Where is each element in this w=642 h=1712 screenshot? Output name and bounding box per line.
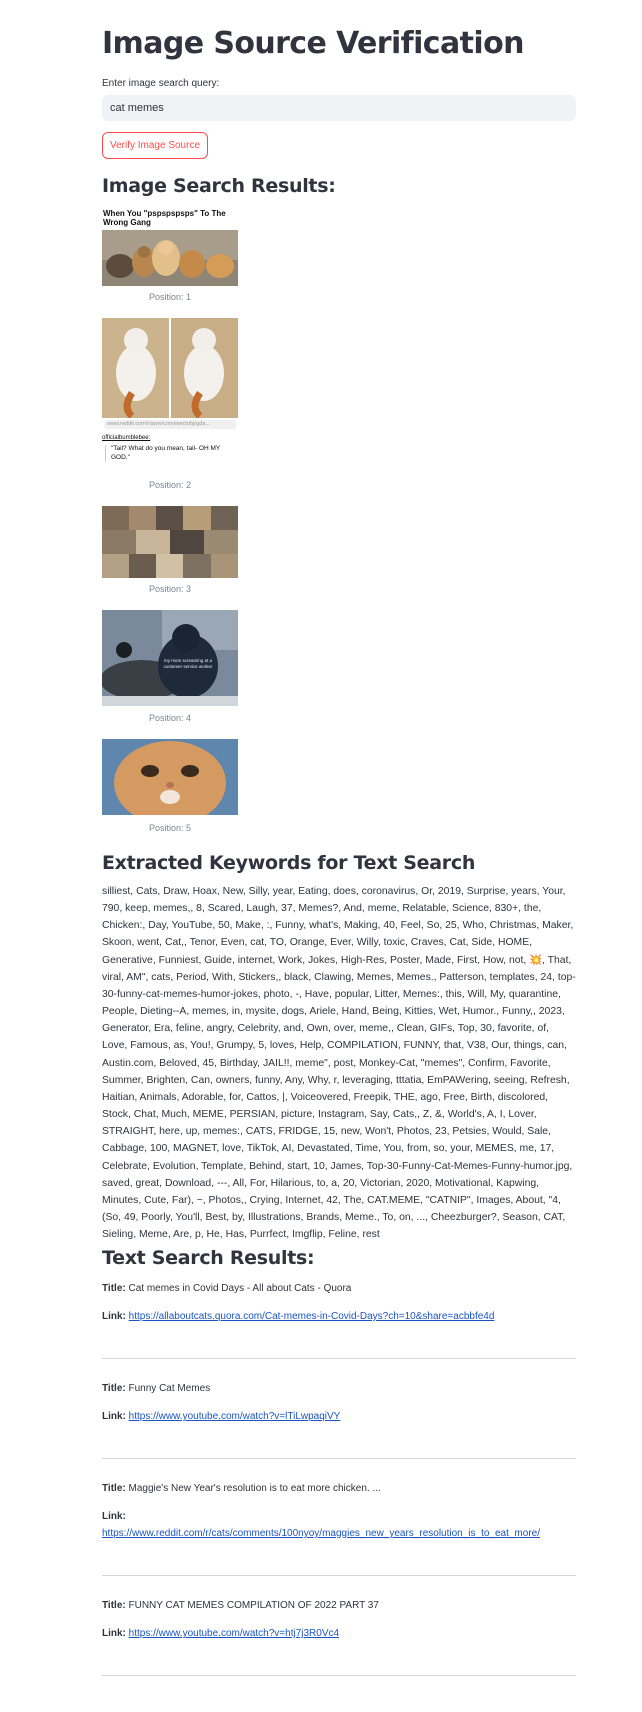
result-image-4: my mom screaming at a customer service w… xyxy=(102,610,238,706)
app-page: Image Source Verification Enter image se… xyxy=(0,0,642,1712)
result-title: FUNNY CAT MEMES COMPILATION OF 2022 PART… xyxy=(128,1600,379,1611)
result-title: Cat memes in Covid Days - All about Cats… xyxy=(128,1283,352,1294)
position-label-4: Position: 4 xyxy=(148,713,192,723)
result-link[interactable]: https://allaboutcats.quora.com/Cat-memes… xyxy=(129,1311,495,1322)
link-label: Link: xyxy=(102,1628,126,1639)
text-result-3-link-label: Link: xyxy=(102,1511,576,1522)
keywords-text: silliest, Cats, Draw, Hoax, New, Silly, … xyxy=(102,886,576,1241)
image-results-heading: Image Search Results: xyxy=(102,175,336,197)
kitten-closeup-photo xyxy=(102,739,238,815)
result-title: Maggie's New Year's resolution is to eat… xyxy=(128,1483,381,1494)
image-url-bar: www.reddit.com/r/aww/comments/bjrgda... xyxy=(104,420,236,429)
divider xyxy=(102,1458,576,1459)
meme-caption: When You "pspspspsps" To The Wrong Gang xyxy=(103,209,226,227)
query-label: Enter image search query: xyxy=(102,78,220,89)
result-link[interactable]: https://www.youtube.com/watch?v=lTiLwpaq… xyxy=(129,1411,341,1422)
text-result-2-title: Title: Funny Cat Memes xyxy=(102,1383,576,1394)
result-image-5 xyxy=(102,739,238,815)
result-link[interactable]: https://www.reddit.com/r/cats/comments/1… xyxy=(102,1528,540,1539)
position-label-3: Position: 3 xyxy=(148,584,192,594)
link-label: Link: xyxy=(102,1511,126,1522)
page-title: Image Source Verification xyxy=(102,26,524,61)
search-query-input[interactable] xyxy=(102,95,576,121)
result-image-2: www.reddit.com/r/aww/comments/bjrgda... … xyxy=(102,318,238,474)
link-label: Link: xyxy=(102,1311,126,1322)
reddit-author: officialbumblebee: xyxy=(102,435,151,441)
position-label-1: Position: 1 xyxy=(148,292,192,302)
position-label-2: Position: 2 xyxy=(148,480,192,490)
text-result-4-title: Title: FUNNY CAT MEMES COMPILATION OF 20… xyxy=(102,1600,576,1611)
title-label: Title: xyxy=(102,1283,126,1294)
position-label-5: Position: 5 xyxy=(148,823,192,833)
verify-image-source-button[interactable]: Verify Image Source xyxy=(102,132,208,159)
result-link[interactable]: https://www.youtube.com/watch?v=htj7j3R0… xyxy=(129,1628,339,1639)
title-label: Title: xyxy=(102,1383,126,1394)
result-image-3 xyxy=(102,506,238,578)
cat-tail-photo xyxy=(102,318,238,418)
text-result-3-title: Title: Maggie's New Year's resolution is… xyxy=(102,1483,576,1494)
text-result-1-link: Link: https://allaboutcats.quora.com/Cat… xyxy=(102,1311,576,1322)
text-result-2-link: Link: https://www.youtube.com/watch?v=lT… xyxy=(102,1411,576,1422)
divider xyxy=(102,1358,576,1359)
text-result-1-title: Title: Cat memes in Covid Days - All abo… xyxy=(102,1283,576,1294)
result-image-1: When You "pspspspsps" To The Wrong Gang xyxy=(102,208,238,286)
link-label: Link: xyxy=(102,1411,126,1422)
text-result-4-link: Link: https://www.youtube.com/watch?v=ht… xyxy=(102,1628,576,1639)
text-results-heading: Text Search Results: xyxy=(102,1247,315,1269)
meme-overlay-text: my mom screaming at a customer service w… xyxy=(163,658,213,669)
text-result-3-link: https://www.reddit.com/r/cats/comments/1… xyxy=(102,1528,576,1539)
title-label: Title: xyxy=(102,1483,126,1494)
title-label: Title: xyxy=(102,1600,126,1611)
cat-meme-collage xyxy=(102,506,238,578)
result-title: Funny Cat Memes xyxy=(128,1383,211,1394)
keywords-heading: Extracted Keywords for Text Search xyxy=(102,852,476,874)
reddit-quote: "Tail? What do you mean, tail- OH MY GOD… xyxy=(105,445,236,462)
cat-gang-photo xyxy=(102,230,238,286)
divider xyxy=(102,1675,576,1676)
divider xyxy=(102,1575,576,1576)
